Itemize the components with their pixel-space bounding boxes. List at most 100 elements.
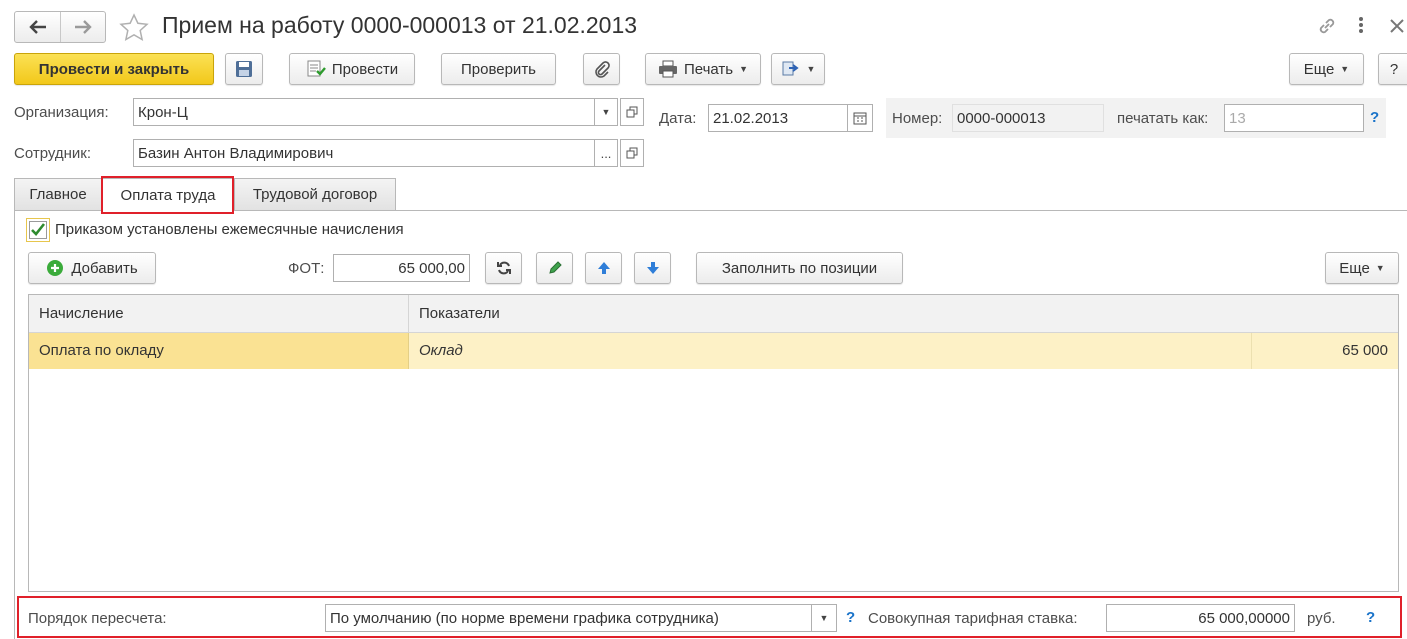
date-label: Дата: [659,110,697,127]
move-down-button[interactable] [634,252,671,284]
printer-icon [658,60,677,78]
arrow-right-icon [75,20,92,34]
fill-by-position-button[interactable]: Заполнить по позиции [696,252,903,284]
organization-value: Крон-Ц [138,103,188,121]
pencil-icon [548,261,562,274]
number-label: Номер: [892,110,943,127]
calendar-icon [853,112,867,125]
save-button[interactable] [225,53,263,85]
move-up-button[interactable] [585,252,622,284]
recalc-select[interactable]: По умолчанию (по норме времени графика с… [325,604,812,632]
tab-payroll[interactable]: Оплата труда [102,178,234,211]
recalc-label: Порядок пересчета: [28,610,167,627]
recalc-help[interactable]: ? [846,609,855,626]
refresh-icon [496,261,511,275]
chevron-down-icon: ▼ [1340,64,1350,74]
edit-button[interactable] [536,252,573,284]
payroll-more-label: Еще [1339,259,1370,277]
recalc-value: По умолчанию (по норме времени графика с… [330,609,719,627]
currency-label: руб. [1307,610,1336,627]
more-label: Еще [1303,60,1335,78]
fot-value: 65 000,00 [398,259,465,277]
nav-buttons-group [14,11,106,43]
payroll-more-button[interactable]: Еще ▼ [1325,252,1399,284]
more-button[interactable]: Еще ▼ [1289,53,1364,85]
chevron-down-icon: ▼ [739,64,749,74]
paperclip-icon [594,61,610,78]
add-button[interactable]: Добавить [28,252,156,284]
tab-payroll-label: Оплата труда [120,186,216,204]
cell-accrual: Оплата по окладу [29,333,409,369]
employee-value: Базин Антон Владимирович [138,144,334,162]
link-button[interactable] [1316,15,1340,39]
help-label: ? [1389,60,1399,78]
plus-circle-icon [47,260,64,276]
create-based-on-icon [782,61,799,76]
print-as-field[interactable]: 13 [1224,104,1364,132]
accruals-table: Начисление Показатели Оплата по окладу О… [28,294,1399,592]
open-form-icon [626,147,638,159]
organization-label: Организация: [14,104,109,121]
more-actions-button[interactable] [1357,15,1369,37]
print-button[interactable]: Печать ▼ [645,53,761,85]
chevron-down-icon: ▼ [1375,263,1385,273]
recalc-dropdown-button[interactable]: ▼ [811,604,837,632]
close-button[interactable] [1388,16,1406,36]
monthly-accruals-checkbox[interactable] [26,218,50,242]
date-field[interactable]: 21.02.2013 [708,104,848,132]
attach-button[interactable] [583,53,620,85]
forward-button[interactable] [61,12,105,42]
tab-labor-contract[interactable]: Трудовой договор [234,178,396,210]
check-button[interactable]: Проверить [441,53,556,85]
employee-label: Сотрудник: [14,145,92,162]
back-button[interactable] [15,12,61,42]
open-form-icon [626,106,638,118]
total-rate-value: 65 000,00000 [1198,609,1290,627]
number-field[interactable]: 0000-000013 [952,104,1104,132]
fot-field[interactable]: 65 000,00 [333,254,470,282]
chevron-down-icon: ▼ [819,613,829,623]
total-rate-label: Совокупная тарифная ставка: [868,610,1078,627]
post-button[interactable]: Провести [289,53,415,85]
column-header-accrual[interactable]: Начисление [29,295,409,333]
chevron-down-icon: ▼ [601,107,611,117]
cell-indicator: Оклад [409,333,1252,369]
create-based-on-button[interactable]: ▼ [771,53,825,85]
fill-by-position-label: Заполнить по позиции [721,259,878,277]
arrow-down-icon [646,262,659,274]
total-rate-field[interactable]: 65 000,00000 [1106,604,1295,632]
organization-field[interactable]: Крон-Ц [133,98,595,126]
help-button[interactable]: ? [1378,53,1407,85]
fot-label: ФОТ: [288,260,325,277]
employee-field[interactable]: Базин Антон Владимирович [133,139,595,167]
print-as-label: печатать как: [1117,110,1209,127]
chevron-down-icon: ▼ [806,64,816,74]
post-and-close-button[interactable]: Провести и закрыть [14,53,214,85]
star-icon [119,13,149,41]
organization-dropdown-button[interactable]: ▼ [594,98,618,126]
date-value: 21.02.2013 [713,109,789,127]
total-rate-help[interactable]: ? [1366,609,1375,626]
window-title: Прием на работу 0000-000013 от 21.02.201… [162,12,638,38]
select-dots: ... [600,145,612,161]
refresh-button[interactable] [485,252,522,284]
print-as-value: 13 [1229,109,1246,127]
post-document-icon [307,60,326,77]
column-header-indicators[interactable]: Показатели [409,295,1398,333]
favorite-button[interactable] [118,12,150,44]
post-label: Провести [331,60,399,78]
tab-main[interactable]: Главное [14,178,102,210]
employee-select-button[interactable]: ... [594,139,618,167]
organization-open-button[interactable] [620,98,644,126]
table-row[interactable]: Оплата по окладу Оклад 65 000 [29,333,1398,369]
arrow-left-icon [28,20,46,34]
tab-main-label: Главное [29,186,87,203]
employee-open-button[interactable] [620,139,644,167]
calendar-button[interactable] [847,104,873,132]
tab-labor-contract-label: Трудовой договор [252,186,378,203]
print-as-help[interactable]: ? [1370,109,1379,126]
print-label: Печать [683,60,734,78]
check-label: Проверить [460,60,536,78]
close-icon [1390,19,1404,33]
vertical-dots-icon [1359,17,1363,33]
